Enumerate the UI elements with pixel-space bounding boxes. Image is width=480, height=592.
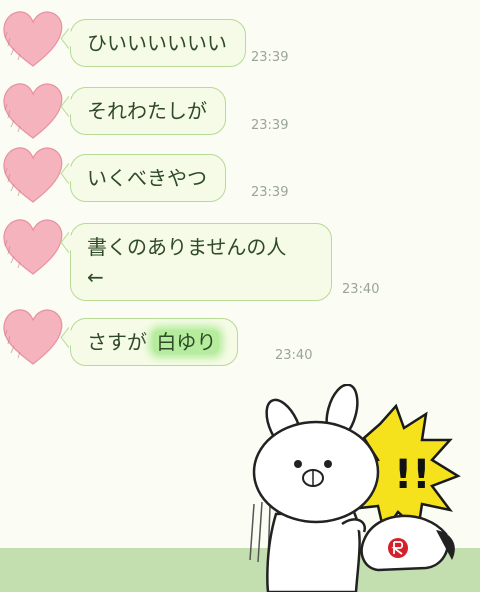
heart-avatar-icon[interactable] <box>0 306 66 370</box>
message-time: 23:40 <box>275 348 313 363</box>
heart-avatar-icon[interactable] <box>0 8 66 72</box>
message-text-arrow: ← <box>87 265 104 289</box>
message-bubble[interactable]: それわたしが <box>70 87 226 135</box>
message-time: 23:39 <box>251 50 289 65</box>
bunny-eye-left <box>294 460 302 468</box>
message-bubble[interactable]: いくべきやつ <box>70 154 226 202</box>
heart-avatar-icon[interactable] <box>0 216 66 280</box>
heart-avatar-icon[interactable] <box>0 144 66 208</box>
message-time: 23:40 <box>342 282 380 297</box>
message-text: さすが <box>87 330 147 354</box>
heart-avatar-icon[interactable] <box>0 80 66 144</box>
message-bubble[interactable]: さすが 白ゆり <box>70 318 239 366</box>
message-text: 書くのありませんの人 <box>87 235 287 259</box>
message-text: ひいいいいいい <box>87 31 227 55</box>
message-bubble[interactable]: ひいいいいいい <box>70 19 246 67</box>
highlighted-text: 白ゆり <box>153 330 220 354</box>
message-text: いくべきやつ <box>87 166 207 190</box>
bunny-sticker[interactable]: !! <box>246 384 470 592</box>
exclamation-text: !! <box>394 452 430 498</box>
message-bubble[interactable]: 書くのありませんの人 ← <box>70 223 332 301</box>
message-time: 23:39 <box>251 118 289 133</box>
bunny-eye-right <box>324 460 332 468</box>
message-time: 23:39 <box>251 185 289 200</box>
message-text: それわたしが <box>87 99 207 123</box>
